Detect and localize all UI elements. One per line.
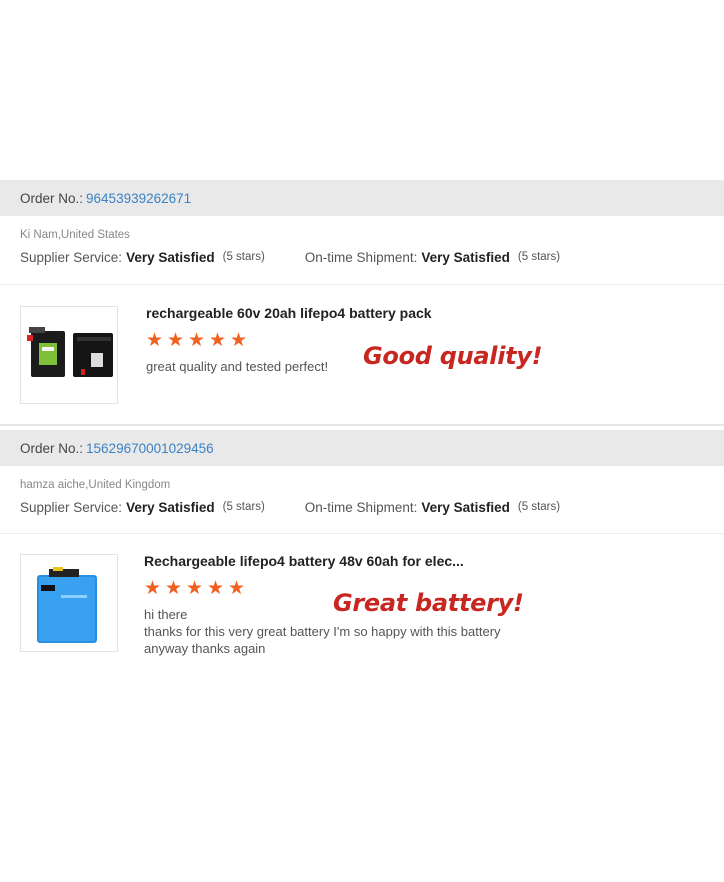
review-card-1: Order No.: 96453939262671 Ki Nam,United … <box>0 180 724 426</box>
shipment-value: Very Satisfied <box>421 249 510 265</box>
star-icon: ★ <box>230 330 248 351</box>
supplier-stars: (5 stars) <box>222 251 265 263</box>
star-icon: ★ <box>146 330 164 351</box>
service-ratings: Supplier Service: Very Satisfied (5 star… <box>20 496 724 518</box>
shipment-label: On-time Shipment: <box>304 499 418 515</box>
comment-line: anyway thanks again <box>144 641 266 656</box>
shipment-stars: (5 stars) <box>517 501 561 513</box>
order-bar: Order No.: 15629670001029456 <box>0 430 724 466</box>
supplier-value: Very Satisfied <box>126 249 215 265</box>
star-icon: ★ <box>209 330 227 351</box>
product-title[interactable]: Rechargeable lifepo4 battery 48v 60ah fo… <box>144 553 501 569</box>
product-title[interactable]: rechargeable 60v 20ah lifepo4 battery pa… <box>146 305 432 321</box>
review-meta: Ki Nam,United States Supplier Service: V… <box>0 216 724 285</box>
star-icon: ★ <box>167 330 185 351</box>
overlay-caption: Good quality! <box>363 342 543 370</box>
supplier-label: Supplier Service: <box>20 499 123 515</box>
blue-battery-image[interactable] <box>20 554 118 652</box>
star-icon: ★ <box>186 578 204 599</box>
order-bar: Order No.: 96453939262671 <box>0 180 724 216</box>
review-card-2: Order No.: 15629670001029456 hamza aiche… <box>0 430 724 686</box>
supplier-stars: (5 stars) <box>222 501 265 513</box>
service-ratings: Supplier Service: Very Satisfied (5 star… <box>20 246 724 268</box>
order-label: Order No.: <box>20 440 84 456</box>
order-label: Order No.: <box>20 190 84 206</box>
star-icon: ★ <box>228 578 246 599</box>
reviewer-name: hamza aiche,United Kingdom <box>20 479 171 491</box>
star-icon: ★ <box>165 578 183 599</box>
order-number-link[interactable]: 96453939262671 <box>86 191 191 206</box>
shipment-label: On-time Shipment: <box>304 249 418 265</box>
supplier-value: Very Satisfied <box>126 499 215 515</box>
comment-line: thanks for this very great battery I'm s… <box>144 624 501 639</box>
overlay-caption: Great battery! <box>333 589 524 617</box>
shipment-stars: (5 stars) <box>517 251 561 263</box>
star-icon: ★ <box>207 578 225 599</box>
review-meta: hamza aiche,United Kingdom Supplier Serv… <box>0 466 724 534</box>
shipment-value: Very Satisfied <box>421 499 510 515</box>
battery-pack-image[interactable] <box>20 306 118 404</box>
order-number-link[interactable]: 15629670001029456 <box>86 441 214 456</box>
star-icon: ★ <box>144 578 162 599</box>
reviewer-name: Ki Nam,United States <box>20 229 130 241</box>
star-icon: ★ <box>188 330 206 351</box>
supplier-label: Supplier Service: <box>20 249 123 265</box>
